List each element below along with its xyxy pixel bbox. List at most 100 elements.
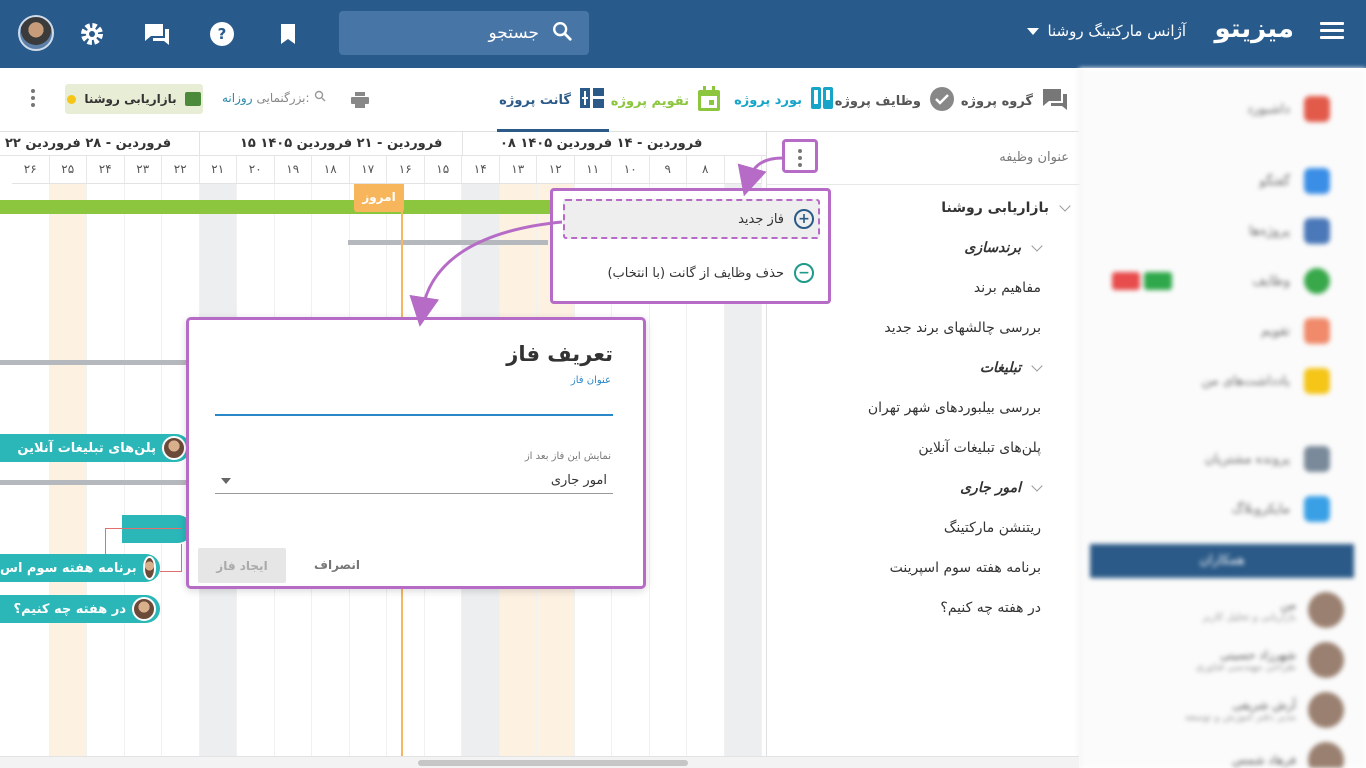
week-divider (199, 132, 200, 156)
week-divider (462, 132, 463, 156)
sidebar-item-dashboard[interactable]: داشبورد (1247, 96, 1330, 122)
task-row[interactable]: در هفته چه کنیم؟ (940, 600, 1041, 616)
chevron-down-icon[interactable] (1059, 200, 1071, 212)
svg-text:?: ? (218, 25, 227, 43)
task-row-group[interactable]: برندسازی (964, 240, 1043, 256)
zoom-label: بزرگنمایی: (256, 90, 310, 105)
task-row[interactable]: پلن‌های تبلیغات آنلاین (918, 440, 1041, 456)
tasks-icon (1304, 268, 1330, 294)
gear-icon[interactable] (78, 20, 106, 48)
colleague-item[interactable]: فرهاد شمس (1232, 742, 1344, 768)
status-dot (67, 94, 77, 104)
more-options-icon (798, 149, 802, 167)
scrollbar-thumb[interactable] (418, 760, 688, 766)
task-row[interactable]: بررسی چالشهای برند جدید (884, 320, 1041, 336)
menu-item-remove-tasks[interactable]: حذف وظایف از گانت (با انتخاب) − (607, 263, 814, 283)
help-icon[interactable]: ? (208, 20, 236, 48)
chat-icon[interactable] (143, 20, 171, 48)
board-icon (810, 86, 834, 114)
user-avatar[interactable] (18, 15, 54, 51)
colleague-item[interactable]: آرش شریفی مدیر دفتر آموزش و توسعه (1185, 692, 1344, 728)
today-marker: امروز (354, 184, 404, 212)
agency-switcher[interactable]: آژانس مارکتینگ روشنا (1027, 22, 1186, 40)
group-bar[interactable] (0, 360, 190, 365)
search-box[interactable]: جستجو (339, 11, 589, 55)
print-icon[interactable] (351, 92, 369, 112)
more-options-icon[interactable] (31, 89, 35, 107)
sidebar-item-projects[interactable]: پروژه‌ها (1249, 218, 1330, 244)
create-phase-button[interactable]: ایجاد فاز (198, 548, 286, 583)
sidebar-item-customers[interactable]: پرونده مشتریان (1205, 446, 1330, 472)
task-bar-label: در هفته چه کنیم؟ (13, 601, 126, 617)
group-bar[interactable] (0, 480, 190, 485)
horizontal-scrollbar[interactable] (0, 756, 1079, 768)
gantt-day-header: ۹ (649, 156, 687, 184)
sidebar-item-calendar[interactable]: تقویم (1261, 318, 1330, 344)
menu-icon[interactable] (1320, 22, 1344, 40)
task-row[interactable]: مفاهیم برند (974, 280, 1041, 296)
bookmark-icon[interactable] (274, 20, 302, 48)
sidebar-label: یادداشت‌های من (1201, 373, 1290, 389)
task-row-group[interactable]: امور جاری (960, 480, 1043, 496)
avatar (1308, 642, 1344, 678)
chat-bubbles-icon (1041, 86, 1069, 116)
phase-bar[interactable] (0, 200, 560, 214)
colleague-name: من (1280, 597, 1296, 612)
chevron-down-icon (1027, 27, 1040, 35)
sidebar-item-notes[interactable]: یادداشت‌های من (1202, 368, 1330, 394)
task-bar[interactable]: در هفته چه کنیم؟ (0, 595, 160, 623)
brand-logo[interactable]: میزیتو (1214, 14, 1294, 44)
tab-project-tasks[interactable]: وظایف پروژه (835, 86, 955, 116)
task-bar[interactable]: پلن‌های تبلیغات آنلاین (0, 434, 190, 462)
colleague-item[interactable]: شهرزاد حسینی طراحی مهندسی فناوری (1196, 642, 1344, 678)
tab-project-group[interactable]: گروه پروژه (961, 86, 1069, 116)
task-label: بازاریابی روشنا (941, 200, 1049, 216)
colleague-role: مدیر دفتر آموزش و توسعه (1184, 711, 1296, 723)
check-circle-icon (929, 86, 955, 116)
gantt-day-header: ۱۱ (574, 156, 612, 184)
sidebar-label: داشبورد (1247, 101, 1290, 117)
chevron-down-icon[interactable] (1031, 480, 1043, 492)
gantt-day-header: ۸ (687, 156, 725, 184)
task-row-group[interactable]: تبلیغات (980, 360, 1043, 376)
task-row[interactable]: برنامه هفته سوم اسپرینت (890, 560, 1041, 576)
sidebar-item-chat[interactable]: گفتگو (1259, 168, 1330, 194)
dependency-link (160, 544, 182, 572)
show-after-select[interactable]: امور جاری (215, 468, 613, 494)
phase-title-input[interactable] (215, 390, 613, 416)
menu-item-new-phase[interactable]: فاز جدید + (738, 209, 814, 229)
zoom-control[interactable]: روزانه بزرگنمایی: (222, 90, 326, 105)
gantt-day-header: ۲۴ (87, 156, 125, 184)
zoom-icon (314, 90, 326, 105)
project-chip[interactable]: بازاریابی روشنا (65, 84, 203, 114)
week-label: ۰۸ فروردین - ۱۴ فروردین ۱۴۰۵ (500, 136, 703, 151)
task-bar[interactable]: برنامه هفته سوم اس (0, 554, 160, 582)
task-label: بررسی چالشهای برند جدید (884, 320, 1041, 336)
group-bar[interactable] (348, 240, 548, 245)
avatar (1308, 692, 1344, 728)
chevron-down-icon[interactable] (1031, 360, 1043, 372)
assignee-avatar (132, 597, 156, 621)
task-row[interactable]: ریتنشن مارکتینگ (944, 520, 1041, 536)
sidebar-item-microblog[interactable]: مایکروبلاگ (1232, 496, 1330, 522)
cancel-button[interactable]: انصراف (299, 548, 375, 582)
task-label: ریتنشن مارکتینگ (943, 520, 1041, 536)
chevron-down-icon[interactable] (1031, 240, 1043, 252)
tab-project-calendar[interactable]: تقویم پروژه (611, 86, 721, 116)
tab-project-board[interactable]: بورد پروژه (734, 86, 834, 114)
sidebar-item-tasks[interactable]: وظایف (1252, 268, 1330, 294)
gantt-day-column (87, 184, 125, 758)
task-row[interactable]: بررسی بیلبوردهای شهر تهران (868, 400, 1041, 416)
colleague-item[interactable]: من بازاریابی و تحلیل کاربر (1202, 592, 1344, 628)
dialog-title: تعریف فاز (506, 342, 613, 366)
gantt-options-button[interactable] (782, 139, 818, 173)
task-row-top[interactable]: بازاریابی روشنا (941, 200, 1071, 216)
sidebar-label: مایکروبلاگ (1231, 501, 1290, 517)
customers-icon (1304, 446, 1330, 472)
week-label: ۱۵ فروردین - ۲۱ فروردین ۱۴۰۵ (240, 136, 443, 151)
tab-project-gantt[interactable]: گانت پروژه (499, 86, 605, 114)
gantt-day-header: ۲۰ (237, 156, 275, 184)
colleague-name: شهرزاد حسینی (1220, 647, 1296, 662)
task-bar-label: برنامه هفته سوم اس (0, 560, 137, 576)
divider (767, 184, 1080, 185)
